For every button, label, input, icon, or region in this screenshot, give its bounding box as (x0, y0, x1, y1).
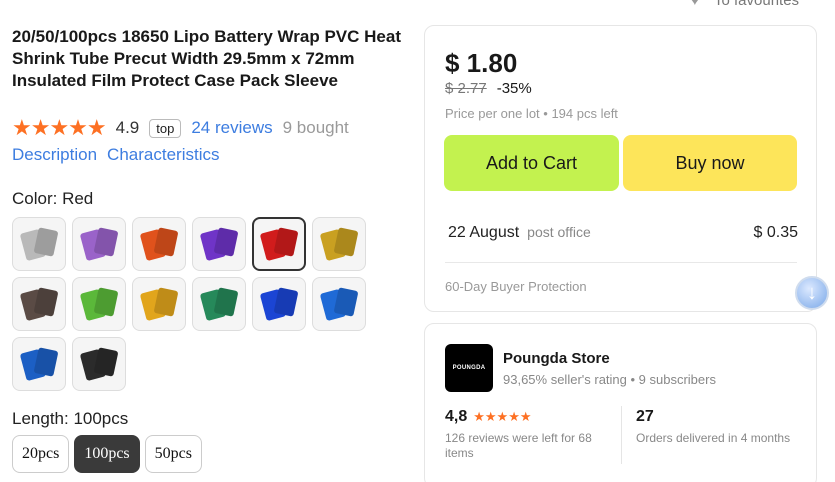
color-swatch[interactable] (252, 277, 306, 331)
rating-value: 4.9 (115, 118, 140, 137)
lot-info: Price per one lot • 194 pcs left (445, 106, 618, 121)
color-swatch[interactable] (312, 277, 366, 331)
store-meta: 93,65% seller's rating • 9 subscribers (503, 372, 716, 387)
color-swatch[interactable] (192, 217, 246, 271)
rating-stars: ★★★★★ (12, 115, 107, 140)
color-label: Color: Red (12, 189, 94, 208)
discount-badge: -35% (496, 80, 532, 97)
store-rating-value: 4,8 (445, 408, 468, 425)
store-rating-stat: 4,8 ★★★★★ 126 reviews were left for 68 i… (445, 408, 620, 461)
color-swatch[interactable] (12, 337, 66, 391)
swatch-image (319, 225, 359, 263)
shipping-date: 22 August (448, 224, 520, 241)
swatch-image (319, 285, 359, 323)
tube-shape (273, 287, 299, 317)
length-label: Length: 100pcs (12, 409, 129, 428)
add-to-cart-button[interactable]: Add to Cart (444, 135, 619, 191)
tube-shape (153, 227, 179, 257)
divider (445, 262, 797, 263)
color-swatch[interactable] (312, 217, 366, 271)
color-swatch[interactable] (12, 277, 66, 331)
tube-shape (93, 347, 119, 377)
swatch-image (259, 285, 299, 323)
swatch-image (199, 285, 239, 323)
tube-shape (33, 227, 59, 257)
tube-shape (213, 287, 239, 317)
old-price-row: $ 2.77 -35% (445, 80, 532, 97)
buyer-protection[interactable]: 60-Day Buyer Protection (445, 279, 587, 294)
length-options: 20pcs 100pcs 50pcs (12, 435, 202, 473)
store-name[interactable]: Poungda Store (503, 350, 610, 367)
price-card: $ 1.80 $ 2.77 -35% Price per one lot • 1… (424, 25, 817, 312)
tube-shape (273, 227, 299, 257)
store-logo[interactable]: POUNGDA (445, 344, 493, 392)
buy-now-button[interactable]: Buy now (623, 135, 797, 191)
swatch-image (139, 225, 179, 263)
tube-shape (93, 287, 119, 317)
product-title: 20/50/100pcs 18650 Lipo Battery Wrap PVC… (12, 27, 401, 90)
swatch-image (19, 345, 59, 383)
favourites-label: To favourites (714, 0, 800, 9)
swatch-image (79, 225, 119, 263)
color-swatch[interactable] (132, 217, 186, 271)
store-orders-desc: Orders delivered in 4 months (636, 431, 791, 445)
tube-shape (33, 287, 59, 317)
old-price: $ 2.77 (445, 80, 487, 97)
tab-description[interactable]: Description (12, 145, 97, 165)
shipping-cost: $ 0.35 (753, 224, 798, 241)
color-swatch[interactable] (192, 277, 246, 331)
color-swatch[interactable] (12, 217, 66, 271)
tab-characteristics[interactable]: Characteristics (107, 145, 219, 165)
tube-shape (333, 227, 359, 257)
tube-shape (93, 227, 119, 257)
tube-shape (213, 227, 239, 257)
swatch-image (79, 285, 119, 323)
length-option-button[interactable]: 50pcs (144, 435, 202, 473)
shipping-row[interactable]: 22 August post office $ 0.35 (448, 224, 798, 242)
current-price: $ 1.80 (445, 48, 518, 78)
product-tabs: Description Characteristics (12, 145, 219, 165)
store-orders-value: 27 (636, 408, 654, 425)
store-rating-stars: ★★★★★ (473, 409, 532, 424)
swatch-image (259, 225, 299, 263)
color-swatch[interactable] (72, 277, 126, 331)
reviews-link[interactable]: 24 reviews (191, 118, 272, 138)
color-swatch[interactable] (72, 217, 126, 271)
store-card: POUNGDA Poungda Store 93,65% seller's ra… (424, 323, 817, 482)
stat-divider (621, 406, 622, 464)
scroll-down-icon[interactable]: ↓ (795, 276, 829, 310)
top-badge: top (149, 118, 182, 138)
swatch-image (139, 285, 179, 323)
color-swatch[interactable] (252, 217, 306, 271)
shipping-method: post office (527, 224, 591, 240)
swatch-image (79, 345, 119, 383)
color-swatch[interactable] (72, 337, 126, 391)
store-orders-stat: 27 Orders delivered in 4 months (636, 408, 796, 446)
length-option-button[interactable]: 20pcs (12, 435, 70, 473)
length-option-button[interactable]: 100pcs (74, 435, 140, 473)
store-rating-desc: 126 reviews were left for 68 items (445, 431, 592, 460)
swatch-image (19, 225, 59, 263)
swatch-image (19, 285, 59, 323)
tube-shape (33, 347, 59, 377)
heart-icon: ♥ (690, 0, 700, 9)
swatch-image (199, 225, 239, 263)
bought-count: 9 bought (282, 118, 349, 137)
rating-row: ★★★★★ 4.9 top 24 reviews 9 bought (12, 115, 349, 140)
color-swatch[interactable] (132, 277, 186, 331)
tube-shape (333, 287, 359, 317)
add-to-favourites-button[interactable]: ♥ To favourites (690, 0, 799, 9)
tube-shape (153, 287, 179, 317)
